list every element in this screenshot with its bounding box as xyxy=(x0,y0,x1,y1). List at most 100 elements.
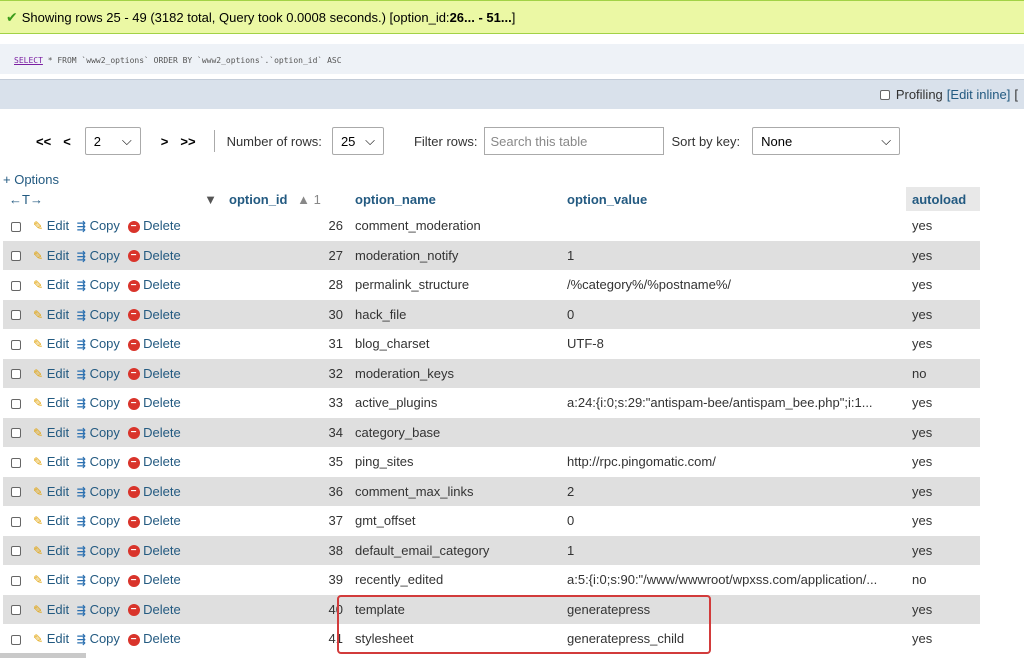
delete-button[interactable]: − Delete xyxy=(127,218,181,233)
cell-option-value: a:24:{i:0;s:29:"antispam-bee/antispam_be… xyxy=(561,388,906,418)
row-checkbox[interactable] xyxy=(11,546,21,557)
delete-label: Delete xyxy=(143,631,181,647)
delete-button[interactable]: − Delete xyxy=(127,572,181,587)
first-page-button[interactable]: << xyxy=(36,134,51,149)
edit-button[interactable]: ✎ Edit xyxy=(33,631,69,646)
row-checkbox[interactable] xyxy=(11,605,21,616)
copy-icon: ⇶ xyxy=(76,545,86,558)
delete-button[interactable]: − Delete xyxy=(127,513,181,528)
delete-button[interactable]: − Delete xyxy=(127,602,181,617)
chevron-down-icon: ⌵ xyxy=(121,133,132,148)
delete-button[interactable]: − Delete xyxy=(127,248,181,263)
copy-button[interactable]: ⇶ Copy xyxy=(77,425,120,440)
copy-button[interactable]: ⇶ Copy xyxy=(77,218,120,233)
table-row: ✎ Edit ⇶ Copy − Delete 31 blog_charset UTF-… xyxy=(3,329,980,359)
options-toggle-link[interactable]: + Options xyxy=(3,172,59,187)
edit-button[interactable]: ✎ Edit xyxy=(33,366,69,381)
row-checkbox[interactable] xyxy=(11,221,21,232)
delete-button[interactable]: − Delete xyxy=(127,631,181,647)
row-checkbox[interactable] xyxy=(11,487,21,498)
row-checkbox[interactable] xyxy=(11,339,21,350)
pencil-icon: ✎ xyxy=(33,543,44,558)
copy-button[interactable]: ⇶ Copy xyxy=(77,513,120,528)
edit-button[interactable]: ✎ Edit xyxy=(33,484,69,499)
edit-button[interactable]: ✎ Edit xyxy=(33,425,69,440)
edit-button[interactable]: ✎ Edit xyxy=(33,307,69,322)
row-checkbox[interactable] xyxy=(11,398,21,409)
edit-button[interactable]: ✎ Edit xyxy=(33,277,69,292)
copy-button[interactable]: ⇶ Copy xyxy=(77,366,120,381)
header-option-name[interactable]: option_name xyxy=(349,187,561,211)
delete-button[interactable]: − Delete xyxy=(127,425,181,440)
pencil-icon: ✎ xyxy=(33,484,44,499)
copy-button[interactable]: ⇶ Copy xyxy=(77,572,120,587)
copy-button[interactable]: ⇶ Copy xyxy=(77,248,120,263)
row-checkbox-cell xyxy=(3,329,27,359)
edit-button[interactable]: ✎ Edit xyxy=(33,218,69,233)
copy-button[interactable]: ⇶ Copy xyxy=(77,454,120,469)
edit-button[interactable]: ✎ Edit xyxy=(33,336,69,351)
row-actions: ✎ Edit ⇶ Copy − Delete xyxy=(27,388,223,418)
edit-button[interactable]: ✎ Edit xyxy=(33,454,69,469)
copy-button[interactable]: ⇶ Copy xyxy=(77,543,120,558)
copy-button[interactable]: ⇶ Copy xyxy=(77,307,120,322)
cell-option-name: category_base xyxy=(349,417,561,447)
delete-button[interactable]: − Delete xyxy=(127,277,181,292)
edit-label: Edit xyxy=(46,424,70,440)
edit-label: Edit xyxy=(46,218,70,234)
edit-button[interactable]: ✎ Edit xyxy=(33,513,69,528)
horizontal-scrollbar[interactable] xyxy=(0,653,86,658)
column-menu-icon[interactable]: ▼ xyxy=(204,192,217,207)
copy-button[interactable]: ⇶ Copy xyxy=(77,395,120,410)
header-option-id[interactable]: option_id ▲ 1 xyxy=(223,187,349,211)
filter-rows-input[interactable]: Search this table xyxy=(483,127,664,155)
row-checkbox[interactable] xyxy=(11,369,21,380)
cell-autoload: yes xyxy=(906,594,980,624)
edit-inline-link[interactable]: [Edit inline] xyxy=(947,87,1011,102)
copy-button[interactable]: ⇶ Copy xyxy=(77,602,120,617)
delete-button[interactable]: − Delete xyxy=(127,454,181,469)
edit-button[interactable]: ✎ Edit xyxy=(33,602,69,617)
copy-button[interactable]: ⇶ Copy xyxy=(77,484,120,499)
header-option-value[interactable]: option_value xyxy=(561,187,906,211)
copy-button[interactable]: ⇶ Copy xyxy=(77,336,120,351)
delete-button[interactable]: − Delete xyxy=(127,395,181,410)
row-checkbox[interactable] xyxy=(11,575,21,586)
last-page-button[interactable]: >> xyxy=(180,134,195,149)
edit-button[interactable]: ✎ Edit xyxy=(33,395,69,410)
edit-button[interactable]: ✎ Edit xyxy=(33,543,69,558)
delete-button[interactable]: − Delete xyxy=(127,484,181,499)
row-checkbox[interactable] xyxy=(11,310,21,321)
row-actions: ✎ Edit ⇶ Copy − Delete xyxy=(27,329,223,359)
row-checkbox[interactable] xyxy=(11,251,21,262)
delete-button[interactable]: − Delete xyxy=(127,542,181,558)
delete-button[interactable]: − Delete xyxy=(127,366,181,381)
pencil-icon: ✎ xyxy=(33,248,44,263)
row-checkbox[interactable] xyxy=(11,428,21,439)
rows-per-page-select[interactable]: 25 ⌵ xyxy=(331,127,384,155)
sql-keyword-link[interactable]: SELECT xyxy=(14,56,43,65)
row-checkbox-cell xyxy=(3,211,27,241)
copy-button[interactable]: ⇶ Copy xyxy=(77,631,120,646)
row-checkbox[interactable] xyxy=(11,457,21,468)
row-checkbox[interactable] xyxy=(11,516,21,527)
header-autoload[interactable]: autoload xyxy=(906,187,980,211)
page-select[interactable]: 2 ⌵ xyxy=(84,127,141,155)
delete-button[interactable]: − Delete xyxy=(127,307,181,322)
delete-label: Delete xyxy=(143,542,181,558)
profiling-checkbox[interactable] xyxy=(879,89,890,100)
prev-page-button[interactable]: < xyxy=(63,134,71,149)
edit-button[interactable]: ✎ Edit xyxy=(33,248,69,263)
page-select-value: 2 xyxy=(93,133,102,149)
row-checkbox[interactable] xyxy=(11,634,21,645)
copy-button[interactable]: ⇶ Copy xyxy=(77,277,120,292)
column-arrows-header[interactable]: ←T→ ▼ xyxy=(3,187,223,211)
table-row: ✎ Edit ⇶ Copy − Delete 30 hack_file 0 yes xyxy=(3,299,980,329)
query-options-bar: Profiling [Edit inline] [ xyxy=(0,79,1024,109)
next-page-button[interactable]: > xyxy=(161,134,169,149)
row-actions: ✎ Edit ⇶ Copy − Delete xyxy=(27,211,223,241)
edit-button[interactable]: ✎ Edit xyxy=(33,572,69,587)
sort-by-key-select[interactable]: None ⌵ xyxy=(752,127,901,155)
delete-button[interactable]: − Delete xyxy=(127,336,181,351)
row-checkbox[interactable] xyxy=(11,280,21,291)
